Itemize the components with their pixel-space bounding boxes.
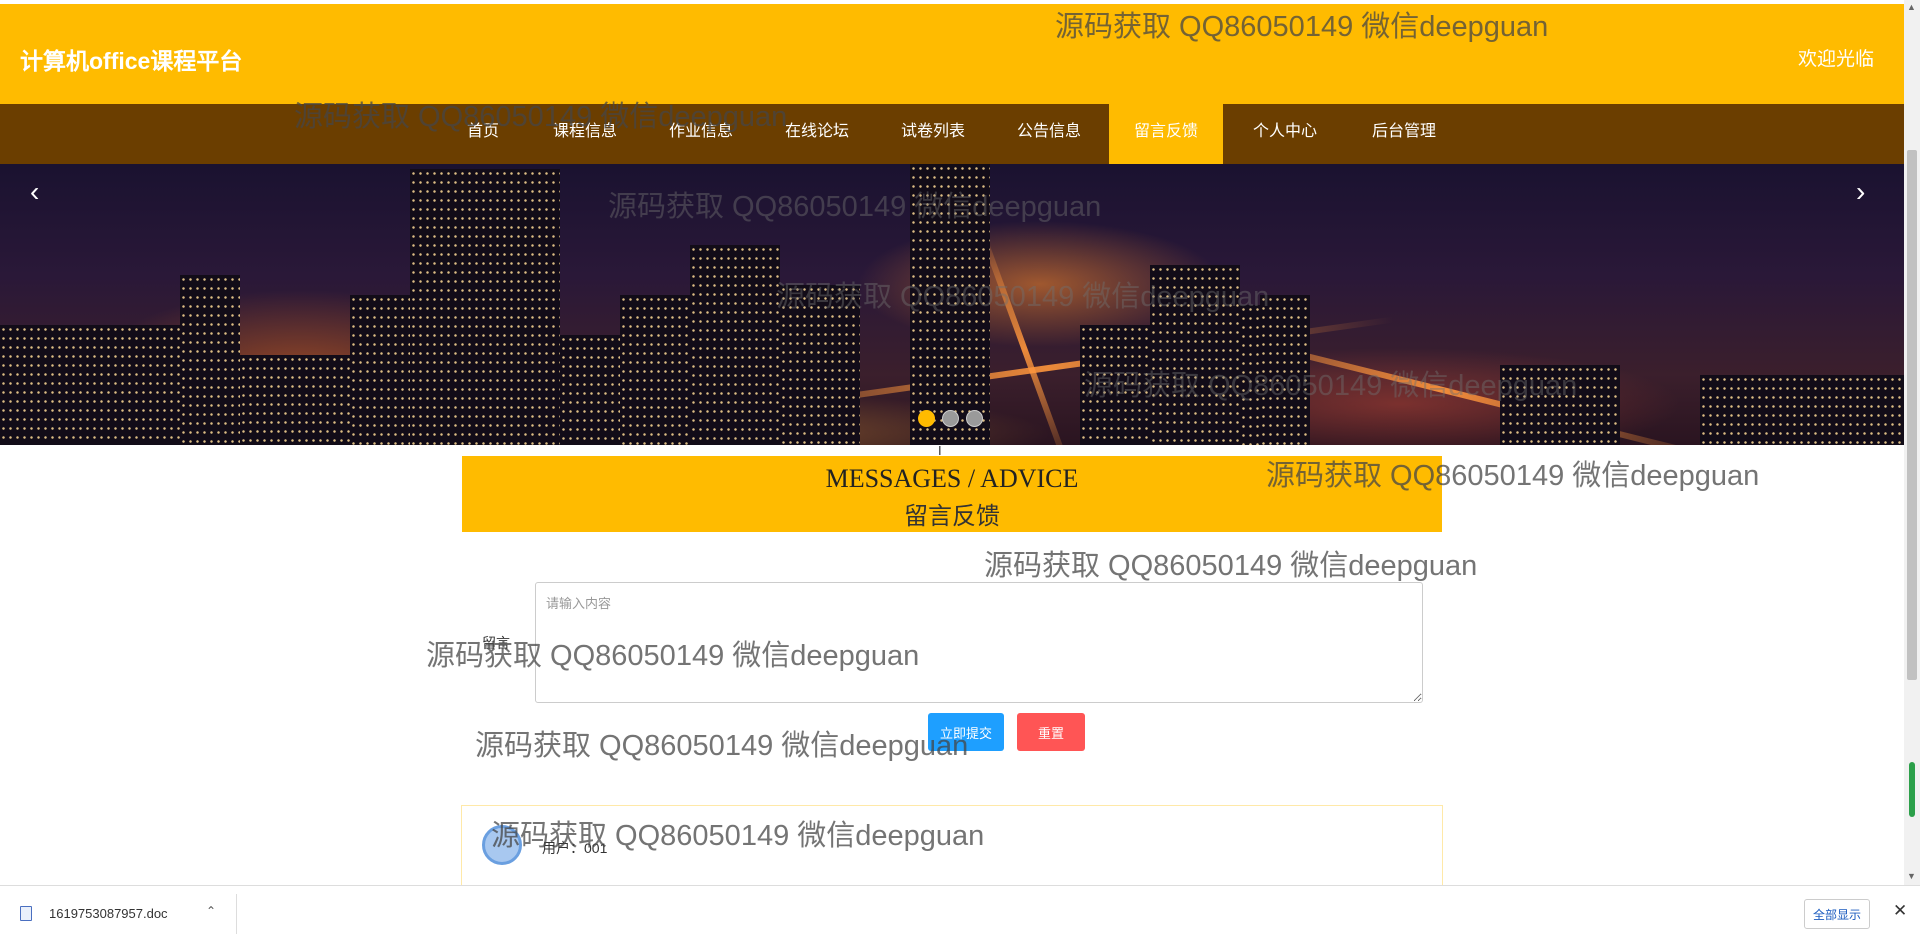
carousel-dot-1[interactable] <box>918 410 935 427</box>
nav-item-courses[interactable]: 课程信息 <box>550 104 620 164</box>
nav-item-forum[interactable]: 在线论坛 <box>782 104 852 164</box>
section-title-cn: 留言反馈 <box>904 503 1000 530</box>
download-bar: 1619753087957.doc ⌃ 全部显示 ✕ <box>0 885 1920 940</box>
section-header: MESSAGES / ADVICE 留言反馈 <box>462 456 1442 532</box>
page-scrollbar[interactable]: ▲ ▼ <box>1904 0 1920 885</box>
scroll-up-icon[interactable]: ▲ <box>1907 2 1916 12</box>
content-input[interactable] <box>535 582 1423 703</box>
show-all-button[interactable]: 全部显示 <box>1804 899 1870 929</box>
carousel-dot-2[interactable] <box>942 410 959 427</box>
scroll-down-icon[interactable]: ▼ <box>1907 871 1916 881</box>
download-file-name[interactable]: 1619753087957.doc <box>49 906 168 921</box>
divider <box>236 894 237 934</box>
welcome-text: 欢迎光临 <box>1797 49 1874 70</box>
chevron-left-icon[interactable]: ‹ <box>30 178 39 206</box>
banner-carousel[interactable]: ‹ › <box>0 164 1904 445</box>
nav-item-notices[interactable]: 公告信息 <box>1014 104 1084 164</box>
avatar <box>482 825 522 865</box>
nav-item-homework[interactable]: 作业信息 <box>666 104 736 164</box>
site-header: 计算机office课程平台 欢迎光临 <box>0 4 1904 104</box>
site-title[interactable]: 计算机office课程平台 <box>20 42 242 76</box>
nav-item-exams[interactable]: 试卷列表 <box>898 104 968 164</box>
nav-item-admin[interactable]: 后台管理 <box>1369 104 1439 164</box>
nav-item-feedback[interactable]: 留言反馈 <box>1109 104 1223 164</box>
carousel-dot-3[interactable] <box>966 410 983 427</box>
doc-file-icon <box>20 906 32 921</box>
chevron-up-icon[interactable]: ⌃ <box>206 904 216 918</box>
watermark-text: 源码获取 QQ86050149 微信deepguan <box>984 550 1478 582</box>
nav-item-profile[interactable]: 个人中心 <box>1250 104 1320 164</box>
main-nav: 首页 课程信息 作业信息 在线论坛 试卷列表 公告信息 留言反馈 个人中心 后台… <box>0 104 1904 164</box>
watermark-text: 源码获取 QQ86050149 微信deepguan <box>475 730 969 762</box>
reset-button[interactable]: 重置 <box>1017 713 1085 751</box>
comment-card: 用户：001 <box>461 805 1443 885</box>
section-title-en: MESSAGES / ADVICE <box>825 464 1079 493</box>
submit-button[interactable]: 立即提交 <box>928 713 1004 751</box>
chevron-right-icon[interactable]: › <box>1856 178 1865 206</box>
browser-viewport: 计算机office课程平台 欢迎光临 首页 课程信息 作业信息 在线论坛 试卷列… <box>0 0 1904 885</box>
content-label: 留言 <box>482 635 510 651</box>
nav-item-home[interactable]: 首页 <box>464 104 502 164</box>
close-icon[interactable]: ✕ <box>1893 901 1907 921</box>
comment-user: 用户：001 <box>542 840 608 856</box>
scroll-thumb[interactable] <box>1907 150 1917 680</box>
scroll-marker <box>1909 762 1915 817</box>
